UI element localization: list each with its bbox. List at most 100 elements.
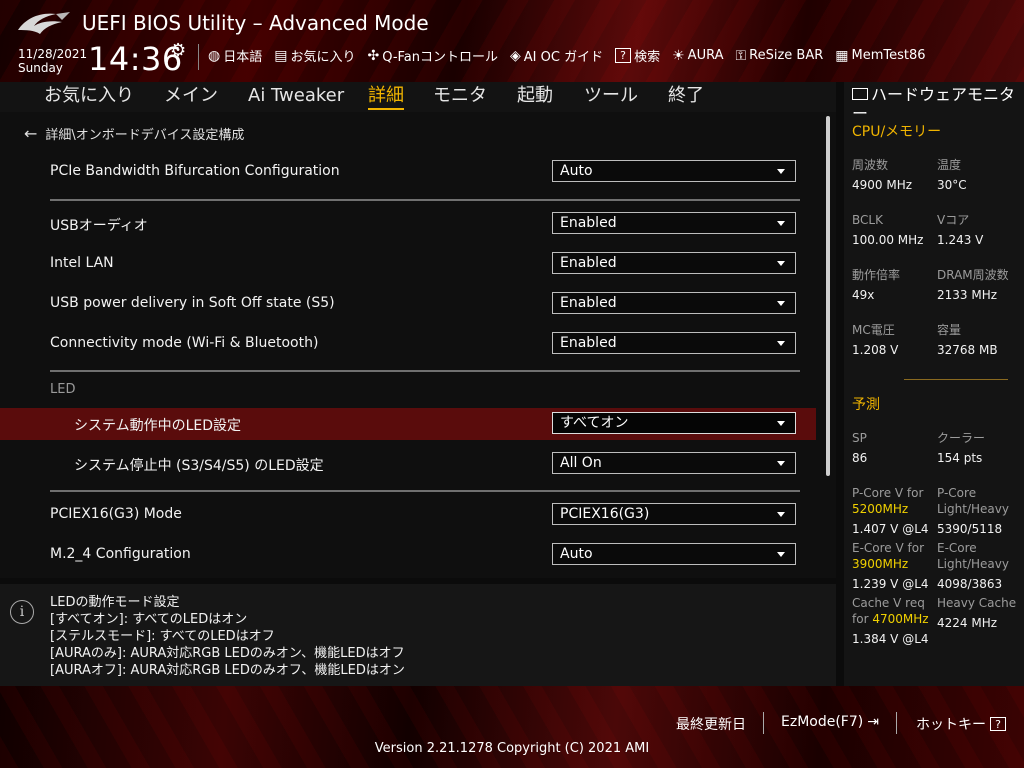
setting-row[interactable]: Connectivity mode (Wi-Fi & Bluetooth) En… [0, 328, 816, 360]
ai-oc-label: AI OC ガイド [523, 50, 604, 65]
tab-tool[interactable]: ツール [584, 82, 638, 112]
setting-row[interactable]: USB power delivery in Soft Off state (S5… [0, 288, 816, 320]
chevron-down-icon [777, 341, 785, 346]
footer-divider [896, 712, 897, 734]
ai-oc-icon: ◈ [510, 47, 521, 64]
setting-row[interactable]: USBオーディオ Enabled [0, 208, 816, 240]
date-text: 11/28/2021 [18, 47, 88, 61]
header-divider [198, 44, 199, 70]
divider [50, 370, 800, 372]
resize-bar-button[interactable]: ⚿ ReSize BAR [735, 48, 823, 64]
gear-icon[interactable]: ⚙ [170, 40, 186, 61]
setting-dropdown[interactable]: PCIEX16(G3) [552, 503, 796, 525]
hw-value: 1.208 V [852, 343, 899, 357]
last-modified-button[interactable]: 最終更新日 [676, 714, 746, 734]
tab-main[interactable]: メイン [164, 82, 218, 112]
hw-label: Vコア [937, 213, 970, 227]
hw-value: 1.243 V [937, 233, 984, 247]
back-arrow-icon[interactable]: ← [24, 124, 37, 143]
hw-value: 154 pts [937, 451, 983, 465]
language-button[interactable]: ◍ 日本語 [208, 46, 263, 66]
hardware-monitor-panel: ハードウェアモニター CPU/メモリー 周波数 4900 MHz 温度 30°C… [844, 82, 1024, 686]
setting-dropdown[interactable]: All On [552, 452, 796, 474]
hw-label: Cache V req [852, 596, 925, 610]
hotkey-button[interactable]: ホットキー ? [916, 714, 1006, 734]
divider [50, 490, 800, 492]
language-label: 日本語 [223, 50, 263, 65]
setting-dropdown[interactable]: Enabled [552, 292, 796, 314]
hw-value: 100.00 MHz [852, 233, 924, 247]
favorites-button[interactable]: ▤ お気に入り [274, 46, 355, 66]
qfan-button[interactable]: ✣ Q-Fanコントロール [367, 46, 498, 66]
help-text: LEDの動作モード設定 [すべてオン]: すべてのLEDはオン [ステルスモード… [50, 594, 405, 679]
setting-row[interactable]: PCIEX16(G3) Mode PCIEX16(G3) [0, 499, 816, 531]
cpu-section-title: CPU/メモリー [852, 124, 942, 140]
setting-dropdown[interactable]: すべてオン [552, 412, 796, 434]
aura-label: AURA [687, 48, 724, 63]
hw-label: 動作倍率 [852, 268, 901, 282]
setting-dropdown[interactable]: Auto [552, 160, 796, 182]
info-icon: i [10, 600, 34, 624]
hw-label-freq: 5200MHz [852, 502, 909, 516]
setting-row-selected[interactable]: システム動作中のLED設定 すべてオン [0, 408, 816, 440]
setting-row[interactable]: M.2_4 Configuration Auto [0, 539, 816, 571]
hw-label-ecore-v: E-Core V for 3900MHz [852, 540, 924, 572]
setting-row[interactable]: PCIe Bandwidth Bifurcation Configuration… [0, 156, 816, 188]
resize-bar-label: ReSize BAR [749, 48, 824, 63]
hw-divider [904, 379, 1008, 380]
hw-label: BCLK [852, 213, 883, 227]
hw-value: 1.384 V @L4 [852, 632, 929, 646]
last-modified-label: 最終更新日 [676, 717, 746, 733]
help-panel: i LEDの動作モード設定 [すべてオン]: すべてのLEDはオン [ステルスモ… [0, 584, 836, 686]
tab-monitor[interactable]: モニタ [433, 82, 487, 112]
dropdown-value: PCIEX16(G3) [560, 506, 650, 522]
search-button[interactable]: ? 検索 [615, 46, 660, 65]
main-nav: お気に入り メイン Ai Tweaker 詳細 モニタ 起動 ツール 終了 [0, 82, 836, 112]
tab-boot[interactable]: 起動 [517, 82, 553, 112]
hw-value: 32768 MB [937, 343, 998, 357]
hw-label: for [852, 612, 869, 626]
memtest-button[interactable]: ▦ MemTest86 [835, 48, 925, 64]
hw-monitor-title: ハードウェアモニター [852, 85, 1022, 123]
hw-value: 4900 MHz [852, 178, 913, 192]
setting-label: M.2_4 Configuration [50, 546, 191, 562]
hw-label-cache-v: Cache V req for 4700MHz [852, 595, 929, 627]
dropdown-value: All On [560, 455, 602, 471]
dropdown-value: すべてオン [560, 415, 629, 431]
setting-dropdown[interactable]: Enabled [552, 332, 796, 354]
setting-row[interactable]: システム停止中 (S3/S4/S5) のLED設定 All On [0, 448, 816, 480]
tab-ai-tweaker[interactable]: Ai Tweaker [248, 82, 344, 112]
hw-label: DRAM周波数 [937, 268, 1009, 282]
dropdown-value: Auto [560, 546, 593, 562]
exit-arrow-icon: ⇥ [867, 714, 879, 730]
aura-icon: ☀ [672, 47, 685, 64]
ai-oc-button[interactable]: ◈ AI OC ガイド [510, 46, 604, 66]
hw-label: Heavy Cache [937, 596, 1017, 610]
help-line: [すべてオン]: すべてのLEDはオン [50, 612, 248, 627]
favorites-icon: ▤ [274, 47, 288, 64]
tab-favorites[interactable]: お気に入り [44, 82, 134, 112]
chevron-down-icon [777, 221, 785, 226]
hw-label: MC電圧 [852, 323, 895, 337]
help-line: [ステルスモード]: すべてのLEDはオフ [50, 629, 275, 644]
setting-dropdown[interactable]: Enabled [552, 212, 796, 234]
setting-dropdown[interactable]: Auto [552, 543, 796, 565]
hw-value: 30°C [937, 178, 967, 192]
hw-value: 1.407 V @L4 [852, 522, 929, 536]
chevron-down-icon [777, 169, 785, 174]
setting-dropdown[interactable]: Enabled [552, 252, 796, 274]
tab-exit[interactable]: 終了 [668, 82, 704, 112]
footer-divider [763, 712, 764, 734]
aura-button[interactable]: ☀ AURA [672, 48, 723, 64]
globe-icon: ◍ [208, 47, 221, 64]
version-text: Version 2.21.1278 Copyright (C) 2021 AMI [374, 741, 650, 756]
ezmode-button[interactable]: EzMode(F7) ⇥ [781, 714, 879, 730]
hw-label: 周波数 [852, 158, 889, 172]
setting-row[interactable]: Intel LAN Enabled [0, 248, 816, 280]
settings-panel: ← 詳細\オンボードデバイス設定構成 PCIe Bandwidth Bifurc… [0, 112, 836, 578]
dropdown-value: Enabled [560, 295, 617, 311]
tab-advanced[interactable]: 詳細 [368, 82, 404, 112]
hw-value: 2133 MHz [937, 288, 998, 302]
hw-label: E-Core V for [852, 541, 925, 555]
scrollbar[interactable] [826, 116, 830, 476]
